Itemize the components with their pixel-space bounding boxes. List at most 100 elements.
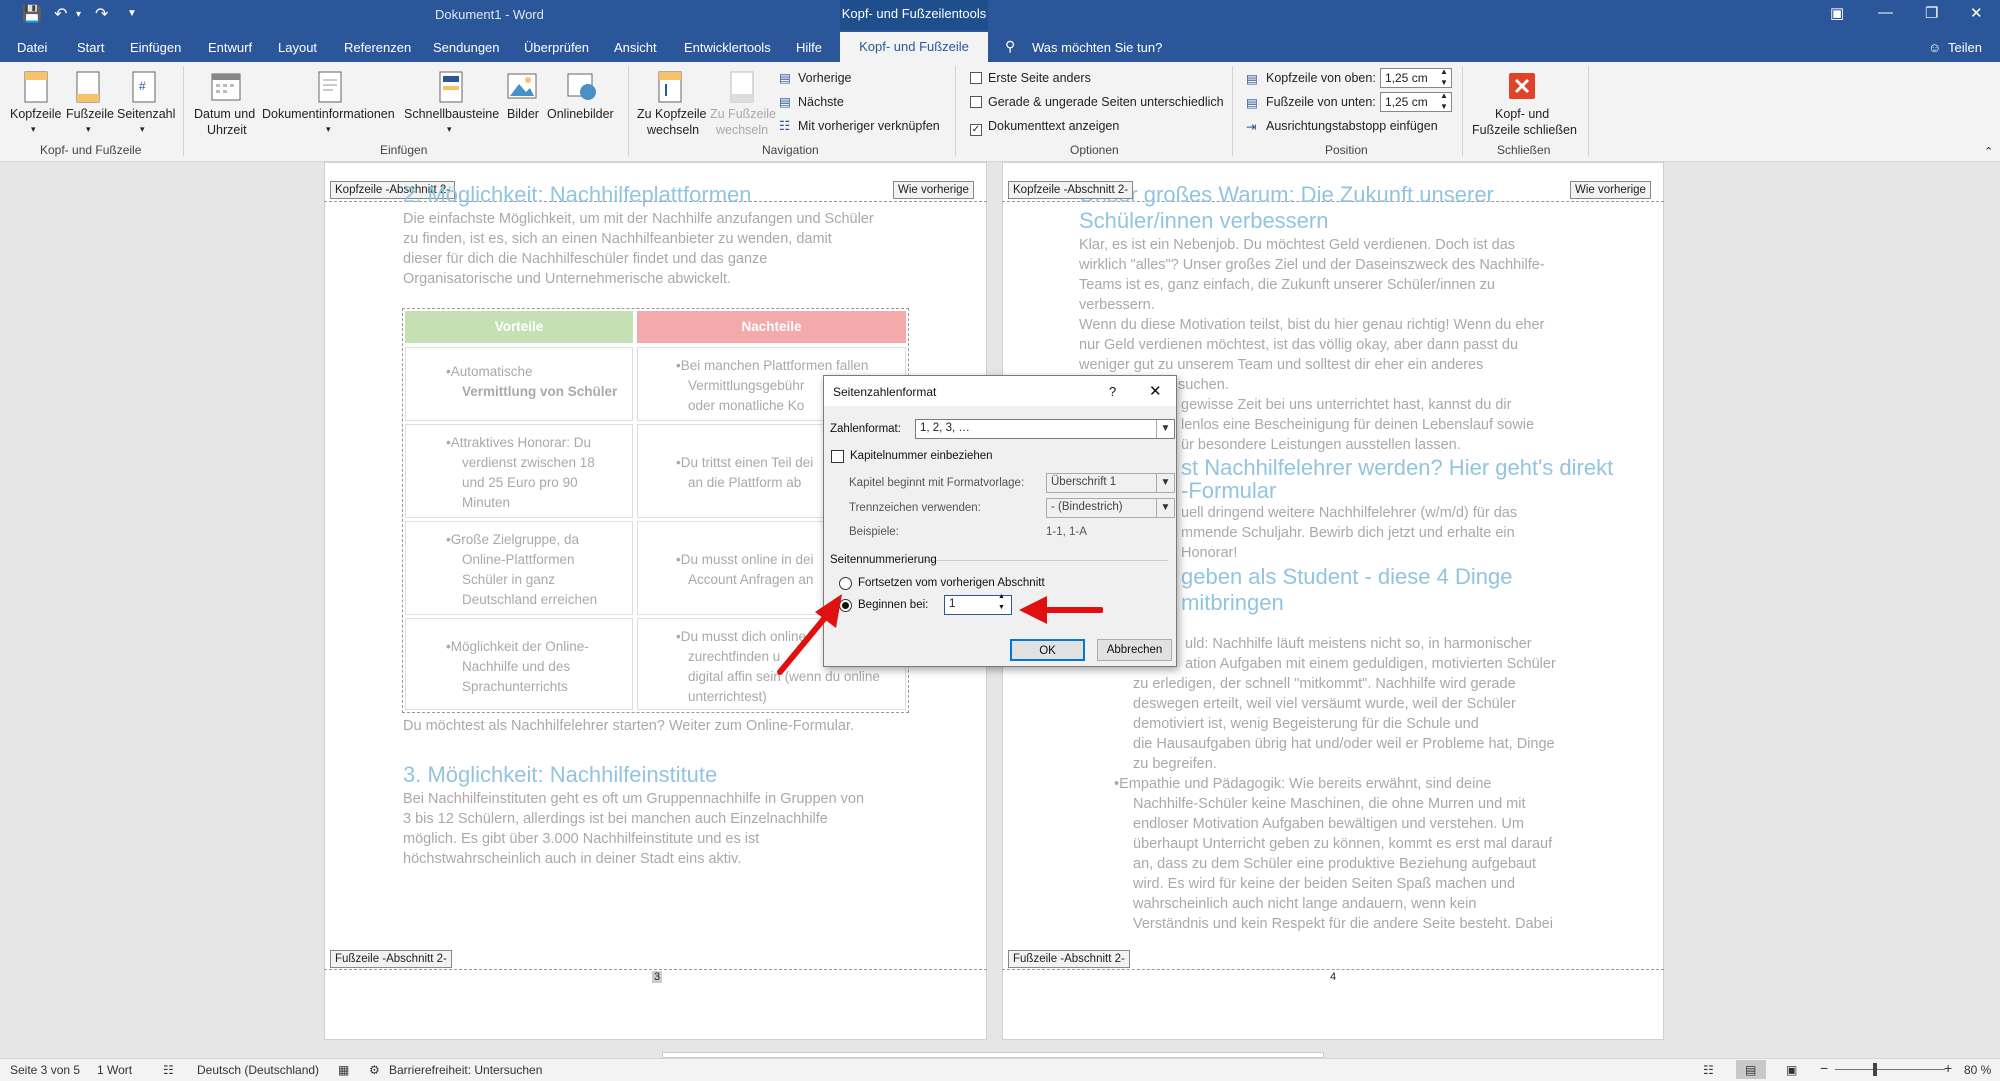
spin-down-icon[interactable]: ▼: [1440, 102, 1448, 111]
page-number-button[interactable]: Seitenzahl: [117, 106, 175, 122]
odd-even-checkbox[interactable]: Gerade & ungerade Seiten unterschiedlich: [970, 95, 1224, 109]
chevron-down-icon[interactable]: ▼: [1156, 420, 1174, 438]
help-icon[interactable]: ?: [1109, 384, 1116, 399]
customize-qat-icon[interactable]: ▼: [127, 8, 137, 19]
link-to-previous-button[interactable]: Mit vorheriger verknüpfen: [798, 119, 940, 133]
ribbon-display-icon[interactable]: ▣: [1830, 4, 1844, 22]
tab-layout[interactable]: Layout: [278, 40, 317, 55]
share-person-icon[interactable]: ☺: [1928, 40, 1941, 55]
tab-entwicklertools[interactable]: Entwicklertools: [684, 40, 771, 55]
quick-parts-button[interactable]: Schnellbausteine: [404, 106, 499, 122]
page-number-dropdown-icon[interactable]: ▾: [140, 121, 145, 137]
go-to-header-button[interactable]: Zu Kopfzeile: [637, 106, 706, 122]
chevron-down-icon[interactable]: ▼: [1156, 474, 1174, 492]
online-pictures-button[interactable]: Onlinebilder: [547, 106, 614, 122]
tab-ueberpruefen[interactable]: Überprüfen: [524, 40, 589, 55]
spin-down-icon[interactable]: ▼: [1440, 78, 1448, 87]
dialog-title: Seitenzahlenformat: [833, 385, 937, 399]
previous-button[interactable]: Vorherige: [798, 71, 852, 85]
tab-start[interactable]: Start: [77, 40, 104, 55]
word-count[interactable]: 1 Wort: [97, 1063, 132, 1077]
spin-up-icon[interactable]: ▲: [1440, 67, 1448, 76]
share-button[interactable]: Teilen: [1948, 40, 1982, 55]
restore-icon[interactable]: ❐: [1925, 4, 1938, 22]
annotation-arrow-input: [1019, 596, 1103, 624]
tab-einfuegen[interactable]: Einfügen: [130, 40, 181, 55]
tab-datei[interactable]: Datei: [17, 40, 47, 55]
web-layout-icon[interactable]: ▣: [1786, 1063, 1797, 1077]
tab-sendungen[interactable]: Sendungen: [433, 40, 500, 55]
tab-hilfe[interactable]: Hilfe: [796, 40, 822, 55]
redo-icon[interactable]: ↷: [95, 4, 108, 24]
tab-stop-icon: ⇥: [1246, 120, 1257, 134]
close-icon[interactable]: ✕: [1149, 382, 1162, 400]
group-label-insert: Einfügen: [380, 143, 428, 157]
text-line: ür besondere Leistungen ausstellen lasse…: [1181, 437, 1461, 453]
checkbox-box[interactable]: [970, 72, 982, 84]
text-line: wird. Es wird für keine der beiden Seite…: [1133, 876, 1516, 892]
show-document-text-checkbox[interactable]: ✓ Dokumenttext anzeigen: [970, 119, 1119, 136]
date-time-button[interactable]: Datum und: [194, 106, 255, 122]
next-button[interactable]: Nächste: [798, 95, 844, 109]
zoom-slider[interactable]: [1835, 1069, 1945, 1070]
select-value: 1, 2, 3, …: [920, 422, 970, 434]
text-line: dieser für dich die Nachhilfeschüler fin…: [403, 251, 768, 267]
collapse-ribbon-icon[interactable]: ⌃: [1984, 145, 1993, 158]
header-position-icon: ▤: [1246, 72, 1258, 86]
same-as-previous-tag: Wie vorherige: [1570, 181, 1651, 199]
pictures-button[interactable]: Bilder: [507, 106, 539, 122]
go-to-header-button-line2[interactable]: wechseln: [647, 122, 699, 138]
close-window-icon[interactable]: ✕: [1970, 4, 1983, 22]
quick-parts-dropdown-icon[interactable]: ▾: [447, 121, 452, 137]
tab-entwurf[interactable]: Entwurf: [208, 40, 252, 55]
macro-icon[interactable]: ▦: [338, 1063, 349, 1077]
chapter-number-checkbox[interactable]: [831, 450, 844, 463]
tab-ansicht[interactable]: Ansicht: [614, 40, 657, 55]
text-line: uld: Nachhilfe läuft meistens nicht so, …: [1185, 636, 1532, 652]
tell-me-box[interactable]: Was möchten Sie tun?: [1032, 40, 1162, 55]
zoom-out-icon[interactable]: −: [1820, 1060, 1828, 1076]
spin-down-icon[interactable]: ▼: [998, 604, 1005, 611]
page-number-field[interactable]: 4: [1330, 971, 1336, 983]
document-info-dropdown-icon[interactable]: ▾: [326, 121, 331, 137]
continue-radio[interactable]: [839, 577, 852, 590]
zoom-in-icon[interactable]: +: [1944, 1060, 1952, 1076]
close-header-footer-button[interactable]: Kopf- und: [1495, 106, 1549, 122]
spin-up-icon[interactable]: ▲: [998, 593, 1005, 600]
read-mode-icon[interactable]: ☷: [1703, 1063, 1714, 1077]
header-dropdown-icon[interactable]: ▾: [31, 121, 36, 137]
date-time-button-line2[interactable]: Uhrzeit: [207, 122, 247, 138]
language-indicator[interactable]: Deutsch (Deutschland): [197, 1063, 319, 1077]
print-layout-icon[interactable]: ▤: [1745, 1063, 1756, 1077]
zoom-slider-thumb[interactable]: [1873, 1063, 1877, 1076]
undo-icon[interactable]: ↶: [54, 4, 67, 24]
footer-dropdown-icon[interactable]: ▾: [86, 121, 91, 137]
tab-referenzen[interactable]: Referenzen: [344, 40, 411, 55]
number-format-select[interactable]: 1, 2, 3, …: [915, 419, 1175, 439]
document-info-button[interactable]: Dokumentinformationen: [262, 106, 395, 122]
checkmark-icon[interactable]: ✓: [970, 124, 982, 136]
spin-up-icon[interactable]: ▲: [1440, 91, 1448, 100]
minimize-icon[interactable]: —: [1878, 4, 1893, 21]
close-header-footer-button-line2[interactable]: Fußzeile schließen: [1472, 122, 1577, 138]
accessibility-check[interactable]: Barrierefreiheit: Untersuchen: [389, 1063, 542, 1077]
chevron-down-icon[interactable]: ▼: [1156, 499, 1174, 517]
cancel-button[interactable]: Abbrechen: [1097, 639, 1172, 661]
go-to-footer-button[interactable]: Zu Fußzeile: [710, 106, 776, 122]
link-online-form[interactable]: Du möchtest als Nachhilfelehrer starten?…: [403, 716, 854, 736]
save-icon[interactable]: 💾: [22, 4, 42, 24]
checkbox-box[interactable]: [970, 96, 982, 108]
page-counter[interactable]: Seite 3 von 5: [10, 1063, 80, 1077]
go-to-footer-button-line2[interactable]: wechseln: [716, 122, 768, 138]
footer-button[interactable]: Fußzeile: [66, 106, 114, 122]
accessibility-icon[interactable]: ⚙: [369, 1063, 380, 1077]
page-number-field[interactable]: 3: [652, 971, 663, 983]
zoom-level[interactable]: 80 %: [1964, 1063, 1991, 1077]
tab-kopf-und-fusszeile[interactable]: Kopf- und Fußzeile: [840, 32, 988, 62]
undo-dropdown-icon[interactable]: ▾: [76, 9, 81, 20]
insert-alignment-tab-button[interactable]: Ausrichtungstabstopp einfügen: [1266, 119, 1438, 133]
ok-button[interactable]: OK: [1010, 639, 1085, 661]
proofing-icon[interactable]: ☷: [163, 1063, 174, 1077]
different-first-page-checkbox[interactable]: Erste Seite anders: [970, 71, 1091, 85]
header-button[interactable]: Kopfzeile: [10, 106, 61, 122]
